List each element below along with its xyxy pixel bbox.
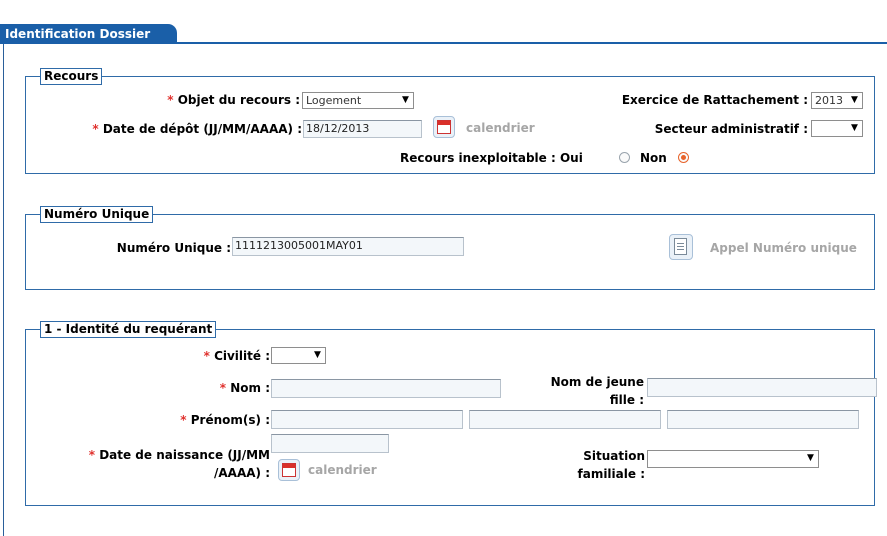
calendrier-naissance-link[interactable]: calendrier (308, 463, 377, 477)
nom-jeune-fille-label: Nom de jeune fille : (550, 375, 644, 407)
chevron-down-icon: ▼ (402, 95, 409, 105)
prenom-input-3[interactable] (667, 410, 859, 429)
situation-familiale-label: Situation familiale : (577, 449, 646, 481)
tab-underline (0, 42, 887, 44)
exercice-select[interactable]: 2013 ▼ (811, 92, 863, 109)
nom-label: * Nom : (219, 381, 270, 395)
document-icon[interactable] (669, 234, 693, 260)
prenom-input-1[interactable] (271, 410, 463, 429)
objet-recours-select[interactable]: Logement ▼ (302, 92, 414, 109)
calendar-icon[interactable] (278, 459, 300, 481)
date-depot-input[interactable]: 18/12/2013 (303, 120, 422, 138)
prenom-input-2[interactable] (469, 410, 661, 429)
legend-identite-requerant: 1 - Identité du requérant (40, 321, 217, 338)
objet-recours-label: * Objet du recours : (167, 93, 300, 107)
secteur-select[interactable]: ▼ (811, 120, 863, 137)
date-naissance-label: * Date de naissance (JJ/MM /AAAA) : (88, 448, 270, 480)
date-depot-label: * Date de dépôt (JJ/MM/AAAA) : (92, 122, 302, 136)
tab-identification-dossier[interactable]: Identification Dossier (0, 24, 177, 44)
appel-numero-unique-link[interactable]: Appel Numéro unique (710, 241, 857, 255)
legend-numero-unique: Numéro Unique (40, 206, 154, 223)
left-border (3, 44, 4, 536)
civilite-label: * Civilité : (203, 349, 270, 363)
situation-familiale-select[interactable]: ▼ (647, 450, 819, 468)
chevron-down-icon: ▼ (314, 350, 321, 360)
numero-unique-input[interactable]: 1111213005001MAY01 (232, 237, 464, 256)
non-label: Non (640, 151, 667, 165)
chevron-down-icon: ▼ (851, 95, 858, 105)
calendrier-link[interactable]: calendrier (466, 121, 535, 135)
chevron-down-icon: ▼ (807, 453, 814, 463)
radio-non[interactable] (678, 152, 689, 163)
chevron-down-icon: ▼ (851, 123, 858, 133)
civilite-select[interactable]: ▼ (271, 347, 326, 364)
exercice-label: Exercice de Rattachement : (621, 93, 808, 107)
nom-jeune-fille-input[interactable] (647, 378, 877, 397)
inexploitable-label: Recours inexploitable : Oui (400, 151, 583, 165)
legend-recours: Recours (40, 68, 103, 85)
secteur-label: Secteur administratif : (654, 122, 808, 136)
nom-input[interactable] (271, 379, 501, 398)
radio-oui[interactable] (619, 152, 630, 163)
numero-unique-label: Numéro Unique : (116, 241, 231, 255)
date-naissance-input[interactable] (271, 434, 389, 453)
prenom-label: * Prénom(s) : (180, 413, 270, 427)
calendar-icon[interactable] (433, 116, 455, 138)
